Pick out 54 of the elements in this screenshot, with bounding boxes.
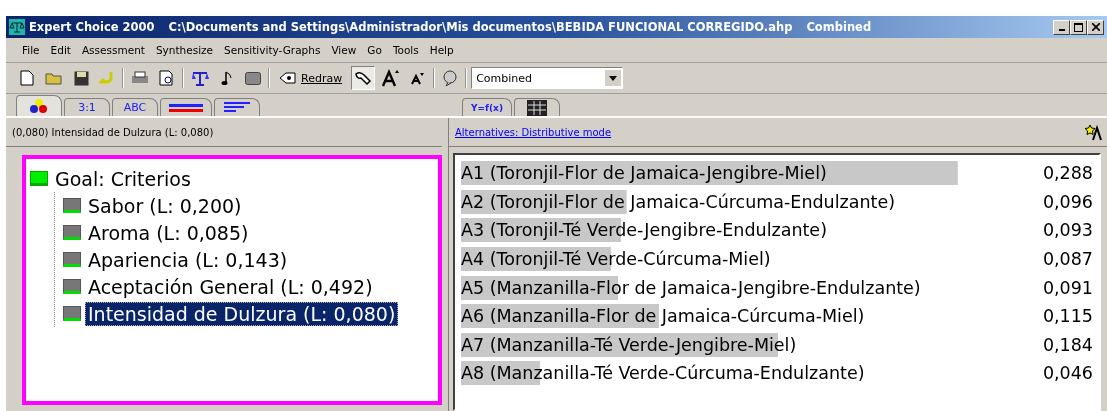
priority-value: 0,046 (1042, 363, 1093, 384)
node-icon (63, 306, 81, 321)
menu-item[interactable]: File (22, 44, 40, 56)
tree-item[interactable]: Intensidad de Dulzura (L: 0,080) (85, 301, 399, 326)
maximize-icon (1074, 22, 1083, 32)
maximize-button[interactable] (1070, 19, 1087, 35)
tab[interactable]: ABC (112, 98, 158, 116)
node-icon (63, 198, 81, 213)
table-icon (527, 99, 547, 116)
tree-item[interactable]: Aroma (L: 0,085) (85, 220, 252, 245)
menu-item[interactable]: Tools (392, 44, 419, 56)
menu-item[interactable]: Assessment (81, 44, 145, 56)
file-path: C:\Documents and Settings\Administrador\Mis documentos\BEBIDA FUNCIONAL CORREGIDO.ahp (168, 20, 793, 34)
priority-value: 0,115 (1042, 306, 1093, 327)
mode-label: Combined (806, 20, 872, 34)
tree-item[interactable]: Apariencia (L: 0,143) (85, 247, 291, 272)
priority-value: 0,096 (1042, 191, 1093, 212)
window-title: Expert Choice 2000 (29, 20, 155, 34)
menu-item[interactable]: Help (429, 44, 454, 56)
redraw-button[interactable]: Redraw (274, 66, 348, 90)
icon-tab[interactable] (16, 95, 62, 116)
node-icon (63, 225, 81, 240)
colored-balls-icon (29, 98, 49, 114)
icon-tab[interactable] (160, 98, 212, 116)
scale-icon (9, 19, 25, 35)
menu-item[interactable]: Go (367, 44, 382, 56)
tree-item[interactable]: Aceptación General (L: 0,492) (85, 274, 376, 299)
priority-value: 0,184 (1042, 334, 1093, 355)
priority-value: 0,288 (1042, 163, 1093, 184)
bars-icon (169, 102, 203, 113)
menu-item[interactable]: Synthesize (155, 44, 214, 56)
priority-value: 0,091 (1042, 277, 1093, 298)
minimize-button[interactable] (1053, 19, 1070, 35)
tree-item[interactable]: Goal: Criterios (52, 166, 194, 191)
goal-icon (30, 171, 48, 186)
selected-node-label: (0,080) Intensidad de Dulzura (L: 0,080) (12, 126, 214, 138)
menu-item[interactable]: Sensitivity-Graphs (224, 44, 321, 56)
priority-value: 0,093 (1042, 220, 1093, 241)
close-icon (1091, 23, 1100, 31)
sorted-lines-icon (224, 101, 250, 114)
priority-value: 0,087 (1042, 249, 1093, 270)
menu-item[interactable]: View (331, 44, 357, 56)
close-button[interactable] (1087, 19, 1104, 35)
node-icon (63, 279, 81, 294)
caret-icon (609, 75, 618, 81)
icon-tab[interactable] (214, 98, 260, 116)
mode-link[interactable]: Alternatives: Distributive mode (455, 126, 612, 138)
node-icon (63, 252, 81, 267)
mode-dropdown[interactable]: Combined (471, 67, 624, 89)
icon-tab[interactable] (514, 98, 560, 116)
tab[interactable]: Y=f(x) (462, 98, 512, 116)
tree-item[interactable]: Sabor (L: 0,200) (85, 193, 245, 218)
tab[interactable]: 3:1 (64, 98, 110, 116)
menu-item[interactable]: Edit (50, 44, 71, 56)
